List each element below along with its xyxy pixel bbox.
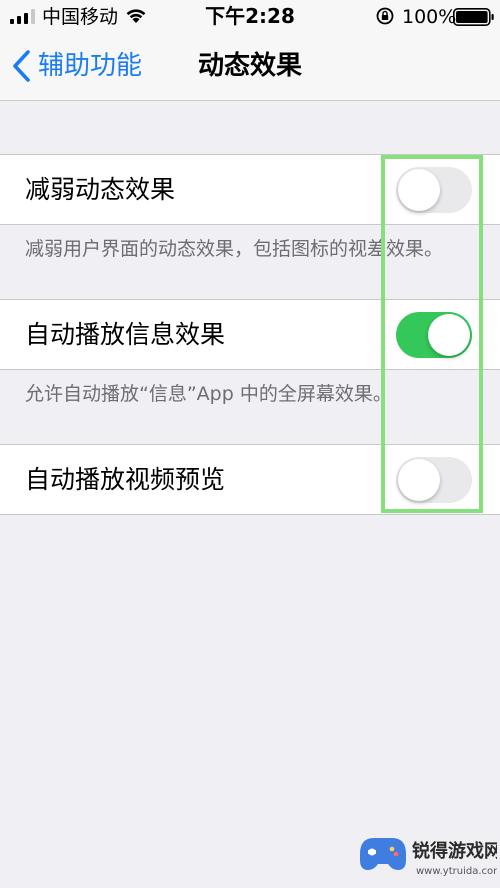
battery-percentage: 100% [402,6,457,28]
setting-footer-message-effects: 允许自动播放“信息”App 中的全屏幕效果。 [25,383,392,405]
auto-play-message-effects-toggle[interactable] [396,312,472,358]
svg-text:www.ytruida.com: www.ytruida.com [416,866,497,877]
svg-text:锐得游戏网: 锐得游戏网 [412,840,497,862]
setting-footer-reduce-motion: 减弱用户界面的动态效果，包括图标的视差效果。 [25,238,444,260]
toggle-knob [398,459,440,501]
setting-label: 减弱动态效果 [25,175,176,204]
toggle-knob [398,169,440,211]
reduce-motion-toggle[interactable] [396,167,472,213]
status-bar: 中国移动 下午2:28 100% [0,0,500,34]
rotation-lock-icon [376,7,394,25]
setting-label: 自动播放视频预览 [25,465,226,494]
setting-reduce-motion: 减弱动态效果 [0,154,500,225]
navigation-bar: 辅助功能 动态效果 [0,34,500,101]
battery-icon [453,8,494,26]
site-watermark-logo: 锐得游戏网 www.ytruida.com [360,838,497,877]
toggle-knob [428,314,470,356]
setting-auto-play-message-effects: 自动播放信息效果 [0,299,500,370]
auto-play-video-previews-toggle[interactable] [396,457,472,503]
setting-label: 自动播放信息效果 [25,320,226,349]
setting-auto-play-video-previews: 自动播放视频预览 [0,444,500,515]
page-title: 动态效果 [197,51,302,81]
